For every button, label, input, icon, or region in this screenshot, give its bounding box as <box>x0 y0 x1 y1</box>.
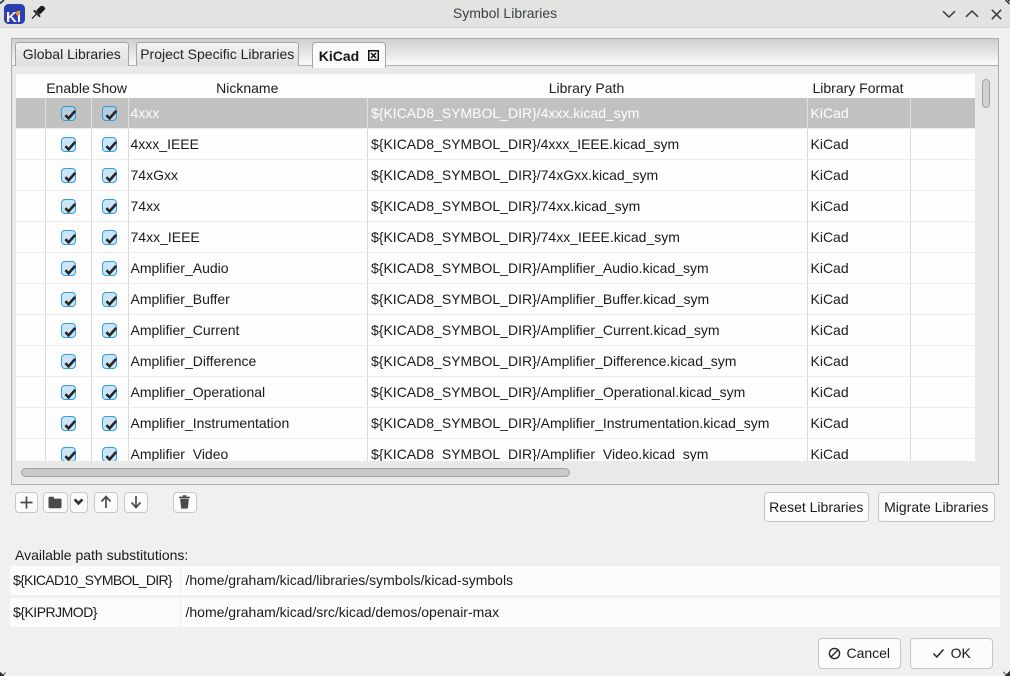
svg-text:Ki: Ki <box>6 9 21 24</box>
